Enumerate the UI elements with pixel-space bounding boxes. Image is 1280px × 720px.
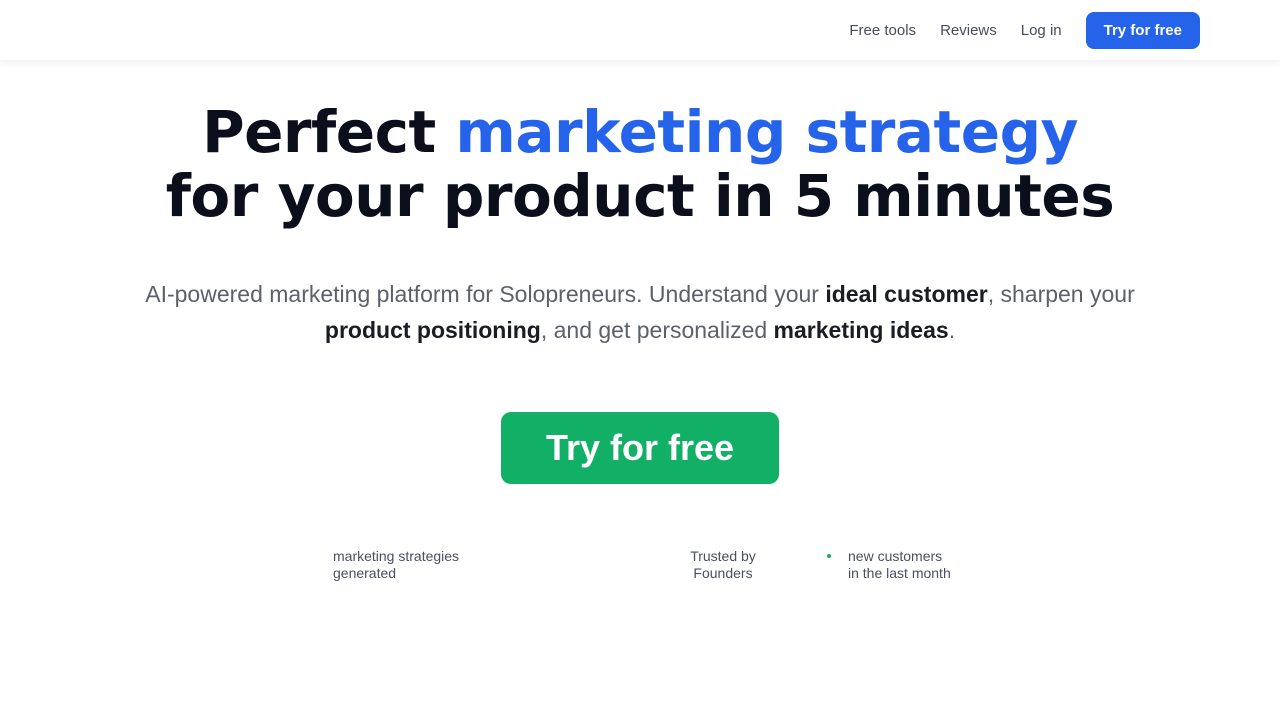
nav-link-log-in[interactable]: Log in <box>1021 22 1062 39</box>
stat-customers-line2: in the last month <box>848 565 951 581</box>
subtitle-highlight-marketing-ideas: marketing ideas <box>773 317 949 343</box>
nav-link-reviews[interactable]: Reviews <box>940 22 997 39</box>
stat-trusted-line1: Trusted by <box>690 548 756 564</box>
subtitle-text-1: AI-powered marketing platform for Solopr… <box>145 281 826 307</box>
live-indicator-dot-icon <box>827 554 831 558</box>
hero-subtitle: AI-powered marketing platform for Solopr… <box>140 276 1140 348</box>
top-nav: Free tools Reviews Log in Try for free <box>0 0 1280 60</box>
stat-strategies-line1: marketing strategies <box>333 548 460 564</box>
hero-title-line2: for your product in 5 minutes <box>165 162 1115 230</box>
nav-link-free-tools[interactable]: Free tools <box>849 22 916 39</box>
subtitle-highlight-ideal-customer: ideal customer <box>825 281 988 307</box>
subtitle-highlight-product-positioning: product positioning <box>324 317 541 343</box>
nav-links: Free tools Reviews Log in Try for free <box>849 12 1200 49</box>
hero-title-accent: marketing strategy <box>455 98 1078 166</box>
nav-try-free-button[interactable]: Try for free <box>1085 12 1200 49</box>
stat-trusted-line2: Founders <box>693 565 753 581</box>
stat-strategies-generated: marketing strategies generated <box>333 548 459 582</box>
stat-trusted-by-founders: Trusted by Founders <box>672 548 774 582</box>
hero-try-free-button[interactable]: Try for free <box>501 412 779 484</box>
subtitle-text-4: . <box>948 317 956 343</box>
hero-title-part1: Perfect <box>202 98 456 166</box>
subtitle-text-2: , sharpen your <box>987 281 1135 307</box>
hero-title: Perfect marketing strategy for your prod… <box>0 100 1280 228</box>
stat-new-customers: new customers in the last month <box>848 548 951 582</box>
stat-strategies-line2: generated <box>333 565 397 581</box>
stat-customers-line1: new customers <box>848 548 943 564</box>
subtitle-text-3: , and get personalized <box>540 317 774 343</box>
